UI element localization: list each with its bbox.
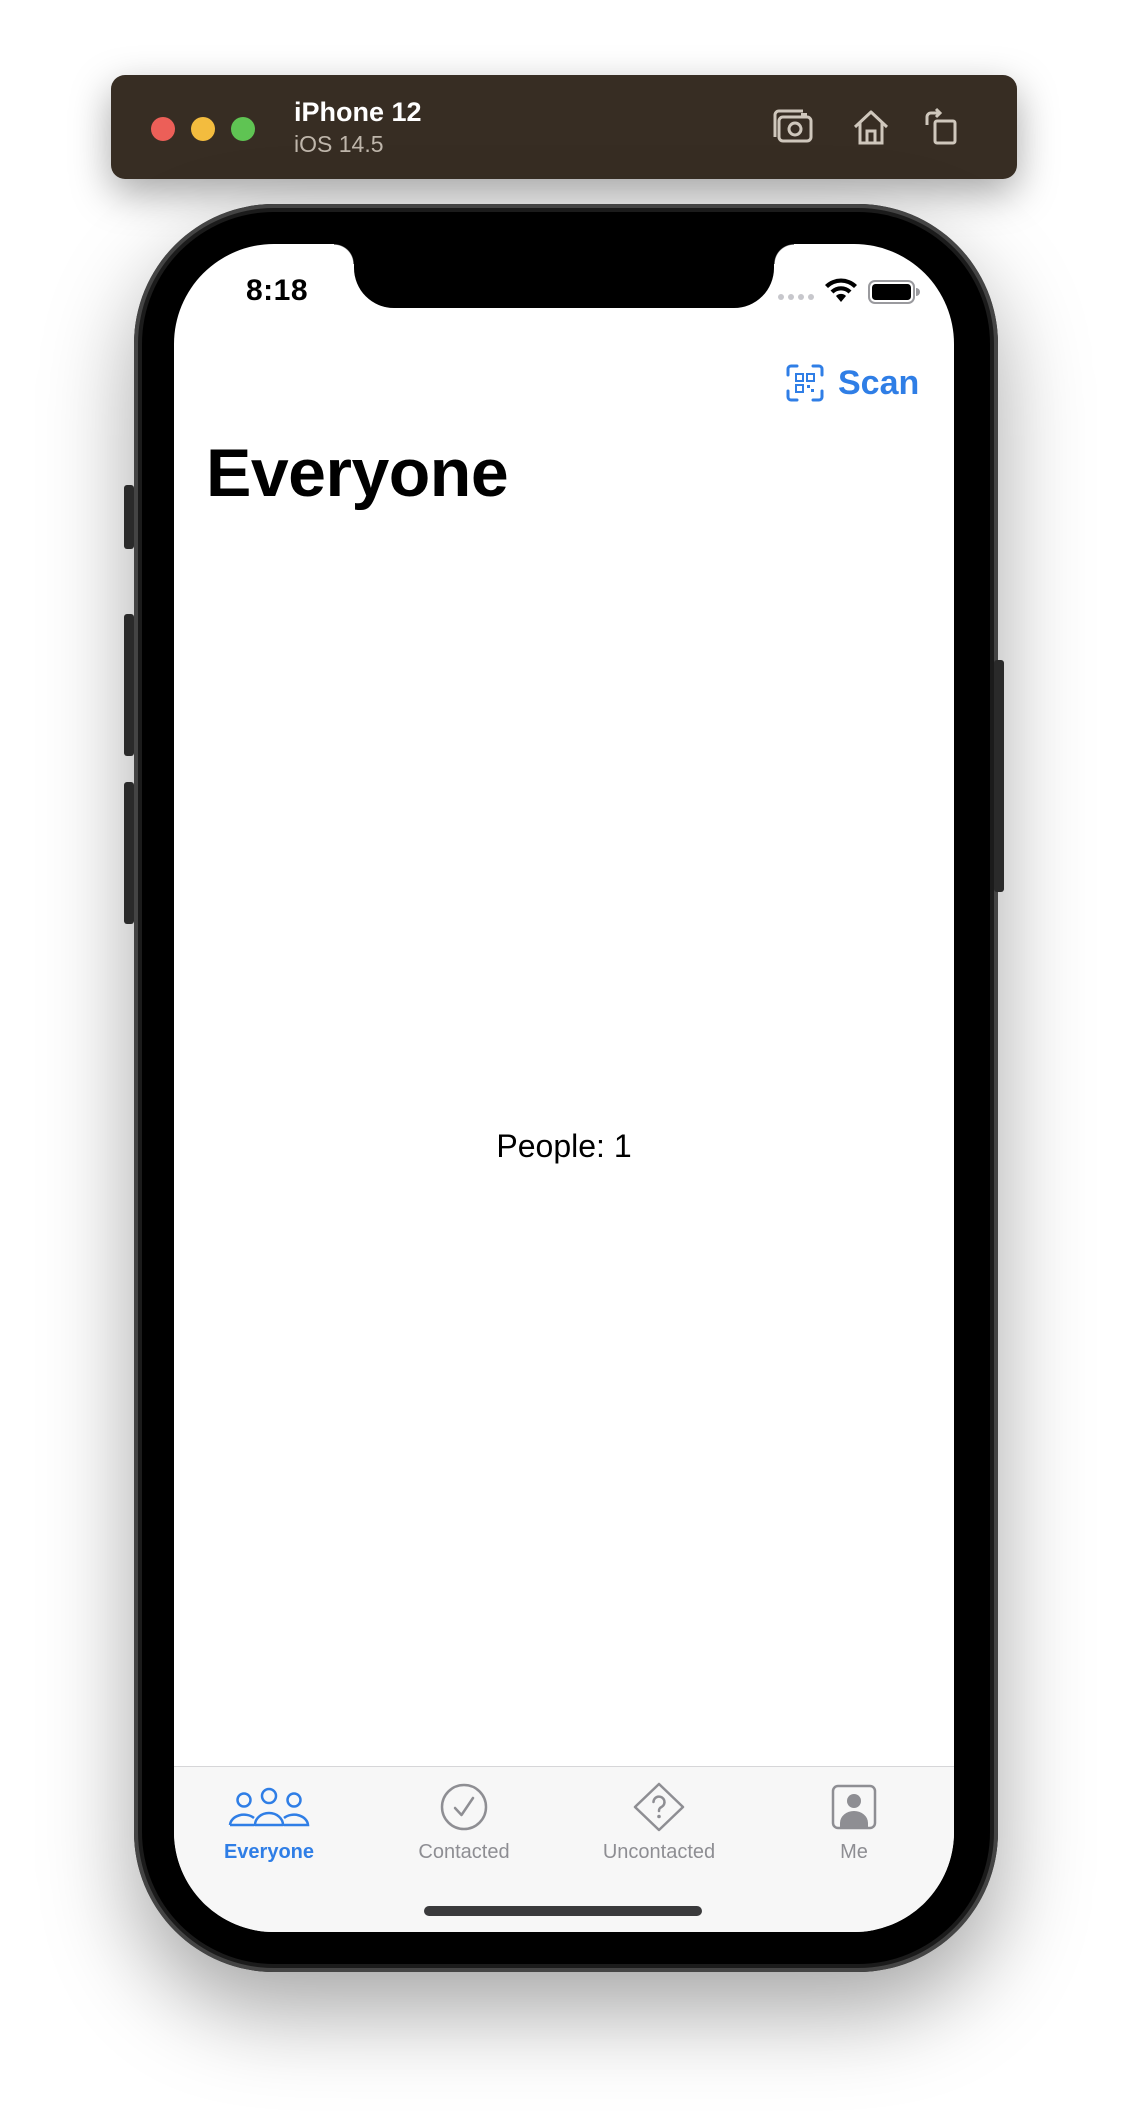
screenshot-button[interactable]	[769, 103, 817, 151]
qr-scan-icon	[786, 364, 824, 402]
tab-label-me: Me	[840, 1841, 868, 1863]
close-window-button[interactable]	[151, 117, 175, 141]
scan-button[interactable]: Scan	[786, 360, 919, 406]
question-diamond-icon	[633, 1782, 685, 1832]
notch	[334, 244, 794, 308]
home-indicator[interactable]	[424, 1906, 702, 1916]
people-icon	[228, 1787, 310, 1827]
silent-switch	[124, 485, 134, 549]
tab-label-uncontacted: Uncontacted	[602, 1841, 716, 1863]
power-button	[994, 660, 1004, 892]
device-screen: 8:18 Scan Everyone People: 1 Everyone Co…	[174, 244, 954, 1932]
tab-me[interactable]: Me	[764, 1781, 944, 1881]
wifi-icon	[825, 278, 857, 302]
volume-up-button	[124, 614, 134, 756]
status-time: 8:18	[246, 274, 309, 307]
people-count: People: 1	[496, 1128, 632, 1164]
tab-everyone[interactable]: Everyone	[179, 1781, 359, 1881]
tab-label-contacted: Contacted	[418, 1841, 510, 1863]
checkmark-circle-icon	[440, 1783, 488, 1831]
home-icon	[853, 110, 889, 145]
volume-down-button	[124, 782, 134, 924]
battery-icon	[868, 280, 920, 304]
person-square-icon	[831, 1784, 877, 1830]
home-button[interactable]	[847, 103, 895, 151]
tab-label-everyone: Everyone	[223, 1841, 315, 1863]
minimize-window-button[interactable]	[191, 117, 215, 141]
cellular-signal-icon	[778, 294, 814, 300]
screenshot-icon	[773, 109, 813, 143]
rotate-button[interactable]	[919, 103, 967, 151]
tab-uncontacted[interactable]: Uncontacted	[569, 1781, 749, 1881]
simulator-title-bar: iPhone 12 iOS 14.5	[111, 75, 1017, 179]
simulator-os-version: iOS 14.5	[294, 131, 384, 157]
tab-contacted[interactable]: Contacted	[374, 1781, 554, 1881]
page-title: Everyone	[206, 435, 509, 511]
rotate-icon	[925, 107, 957, 145]
simulator-device-name: iPhone 12	[294, 97, 422, 127]
scan-label: Scan	[838, 363, 920, 402]
zoom-window-button[interactable]	[231, 117, 255, 141]
